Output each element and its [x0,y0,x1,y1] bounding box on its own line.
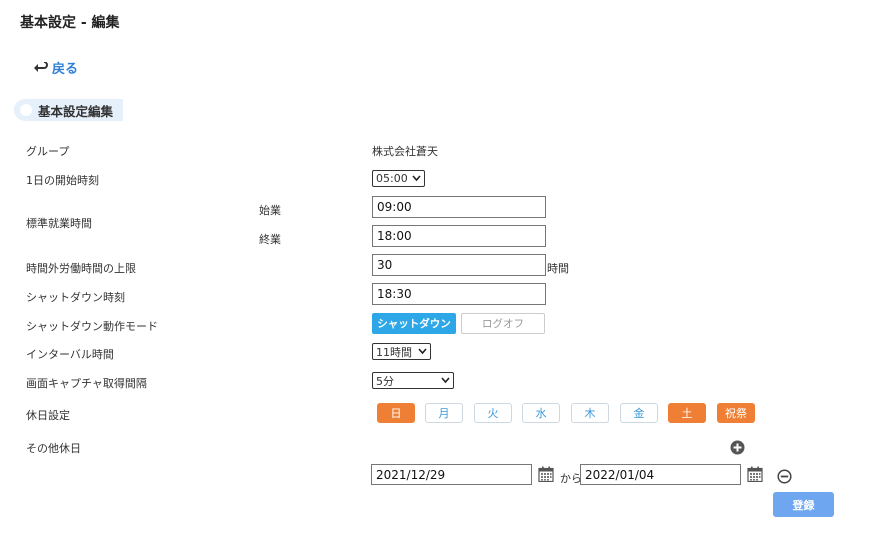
start-work-input[interactable]: 09:00 [372,196,546,218]
holiday-thu-button[interactable]: 木 [571,403,609,423]
capture-interval-label: 画面キャプチャ取得間隔 [26,377,147,390]
interval-select[interactable]: 11時間 [372,343,431,360]
calendar-icon[interactable] [747,466,763,482]
shutdown-mode-shutdown-button[interactable]: シャットダウン [372,313,456,334]
start-work-label: 始業 [259,204,281,217]
day-start-label: 1日の開始時刻 [26,174,99,187]
other-holiday-to-input[interactable]: 2022/01/04 [580,464,741,485]
section-bullet-icon [20,104,32,116]
day-start-select[interactable]: 05:00 [372,170,425,187]
back-link-label[interactable]: 戻る [52,58,78,77]
shutdown-time-label: シャットダウン時刻 [26,291,125,304]
remove-circle-icon[interactable] [777,469,792,484]
interval-value: 11時間 [376,345,412,359]
date-range-separator: から [560,472,582,485]
overtime-unit: 時間 [547,262,569,275]
other-holiday-from-input[interactable]: 2021/12/29 [371,464,532,485]
section-title: 基本設定編集 [38,103,114,119]
back-link[interactable]: 戻る [34,58,78,77]
overtime-limit-label: 時間外労働時間の上限 [26,262,136,275]
group-value: 株式会社蒼天 [372,145,438,158]
day-start-value: 05:00 [376,172,408,185]
page-title: 基本設定 - 編集 [20,15,120,31]
holiday-sun-button[interactable]: 日 [377,403,415,423]
holiday-fri-button[interactable]: 金 [620,403,658,423]
section-header: 基本設定編集 [14,99,123,121]
chevron-down-icon [412,175,421,182]
end-work-input[interactable]: 18:00 [372,225,546,247]
overtime-limit-input[interactable]: 30 [372,254,546,276]
calendar-icon[interactable] [538,466,554,482]
chevron-down-icon [441,377,450,384]
return-arrow-icon [34,61,48,72]
add-circle-icon[interactable] [730,440,745,455]
holidays-label: 休日設定 [26,409,70,422]
shutdown-time-input[interactable]: 18:30 [372,283,546,305]
holiday-mon-button[interactable]: 月 [425,403,463,423]
shutdown-mode-logoff-button[interactable]: ログオフ [461,313,545,334]
holiday-national-button[interactable]: 祝祭 [717,403,755,423]
chevron-down-icon [418,348,427,355]
capture-interval-select[interactable]: 5分 [372,372,454,389]
end-work-label: 終業 [259,233,281,246]
holiday-sat-button[interactable]: 土 [668,403,706,423]
shutdown-mode-label: シャットダウン動作モード [26,320,158,333]
holiday-wed-button[interactable]: 水 [522,403,560,423]
submit-button[interactable]: 登録 [773,492,834,517]
capture-interval-value: 5分 [376,374,394,388]
group-label: グループ [26,145,70,158]
standard-hours-label: 標準就業時間 [26,217,92,230]
interval-label: インターバル時間 [26,348,114,361]
holiday-tue-button[interactable]: 火 [474,403,512,423]
other-holidays-label: その他休日 [26,442,81,455]
